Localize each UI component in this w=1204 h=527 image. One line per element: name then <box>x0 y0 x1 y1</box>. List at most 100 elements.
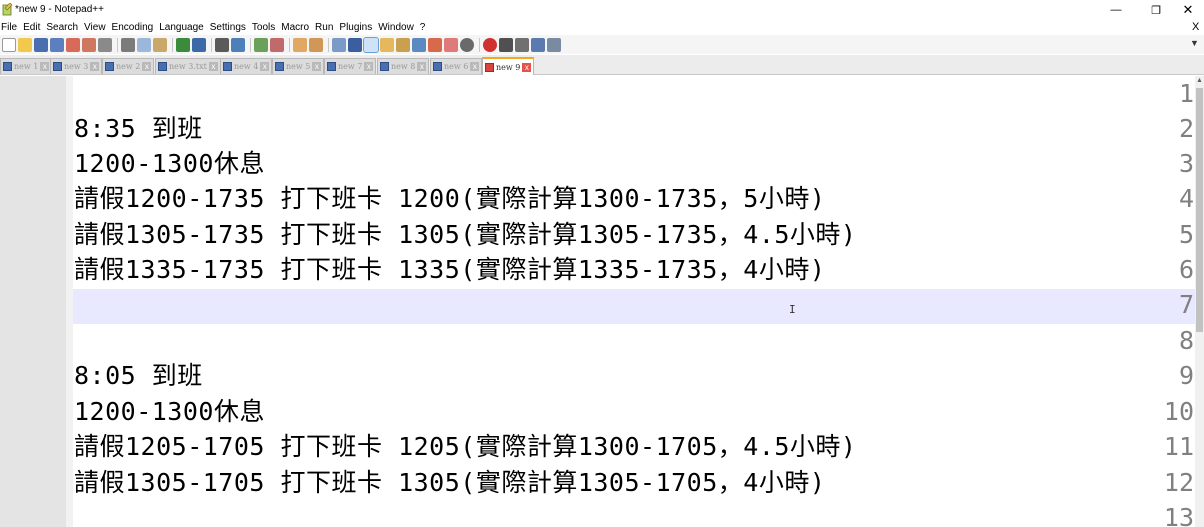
tab-close-icon[interactable]: x <box>522 62 532 72</box>
user-defined-language-icon[interactable] <box>380 37 394 52</box>
stop-recording-icon[interactable] <box>499 37 513 52</box>
menu-view[interactable]: View <box>81 20 109 35</box>
menu-help[interactable]: ? <box>417 20 429 35</box>
word-wrap-icon[interactable] <box>332 37 346 52</box>
code-line: 8:35 到班 <box>74 114 203 143</box>
zoom-in-icon[interactable] <box>254 37 268 52</box>
editor-area[interactable]: 1 2 3 4 5 6 7 8 9 10 11 12 13 8:35 到班 12… <box>0 76 1204 527</box>
tab-label: new 6 <box>444 62 469 71</box>
close-all-icon[interactable] <box>82 37 96 52</box>
menu-window[interactable]: Window <box>375 20 417 35</box>
save-icon[interactable] <box>34 37 48 52</box>
tab-label: new 8 <box>391 62 416 71</box>
tab-new-4[interactable]: new 4 x <box>220 58 273 74</box>
close-document-button[interactable]: X <box>1192 20 1199 35</box>
save-state-icon <box>223 62 232 71</box>
menu-bar: File Edit Search View Encoding Language … <box>0 20 1204 35</box>
tab-new-1[interactable]: new 1 x <box>0 58 53 74</box>
save-state-icon <box>433 62 442 71</box>
toolbar-separator <box>117 37 118 52</box>
replace-icon[interactable] <box>231 37 245 52</box>
toolbar-separator <box>250 37 251 52</box>
copy-icon[interactable] <box>137 37 151 52</box>
tab-close-icon[interactable]: x <box>312 62 322 71</box>
code-line: 1200-1300休息 <box>74 397 265 426</box>
new-file-icon[interactable] <box>2 37 16 52</box>
menu-file[interactable]: File <box>0 20 20 35</box>
redo-icon[interactable] <box>192 37 206 52</box>
tab-close-icon[interactable]: x <box>260 62 270 71</box>
monitoring-icon[interactable] <box>444 37 458 52</box>
paste-icon[interactable] <box>153 37 167 52</box>
macro-record-icon[interactable] <box>460 37 474 52</box>
show-all-chars-icon[interactable] <box>348 37 362 52</box>
code-line: 請假1335-1735 打下班卡 1335(實際計算1335-1735，4小時) <box>74 255 826 284</box>
tab-close-icon[interactable]: x <box>142 62 152 71</box>
run-macro-multiple-icon[interactable] <box>531 37 545 52</box>
unsaved-state-icon <box>485 62 494 72</box>
save-state-icon <box>53 62 62 71</box>
print-icon[interactable] <box>98 37 112 52</box>
minimize-button[interactable]: — <box>1096 0 1136 20</box>
tab-close-icon[interactable]: x <box>208 62 218 71</box>
scroll-up-icon[interactable]: ▲ <box>1195 76 1204 86</box>
find-icon[interactable] <box>215 37 229 52</box>
save-state-icon <box>275 62 284 71</box>
menu-encoding[interactable]: Encoding <box>109 20 157 35</box>
close-file-icon[interactable] <box>66 37 80 52</box>
fold-margin[interactable] <box>66 76 73 527</box>
save-state-icon <box>158 62 167 71</box>
code-line: 請假1200-1735 打下班卡 1200(實際計算1300-1735，5小時) <box>74 184 826 213</box>
text-cursor-icon: I <box>789 303 796 316</box>
zoom-out-icon[interactable] <box>270 37 284 52</box>
sync-horizontal-icon[interactable] <box>309 37 323 52</box>
save-all-icon[interactable] <box>50 37 64 52</box>
tab-close-icon[interactable]: x <box>90 62 100 71</box>
notepadpp-app-icon <box>2 3 13 16</box>
tab-close-icon[interactable]: x <box>417 62 427 71</box>
undo-icon[interactable] <box>176 37 190 52</box>
tab-label: new 3 <box>64 62 89 71</box>
code-line: 1200-1300休息 <box>74 149 265 178</box>
sync-vertical-icon[interactable] <box>293 37 307 52</box>
folder-as-workspace-icon[interactable] <box>428 37 442 52</box>
tab-close-icon[interactable]: x <box>364 62 374 71</box>
tab-new-3-txt[interactable]: new 3.txt x <box>155 58 221 74</box>
menu-settings[interactable]: Settings <box>207 20 249 35</box>
code-line: 請假1305-1735 打下班卡 1305(實際計算1305-1735，4.5小… <box>74 220 857 249</box>
open-file-icon[interactable] <box>18 37 32 52</box>
menu-run[interactable]: Run <box>312 20 336 35</box>
indent-guide-icon[interactable] <box>363 36 379 53</box>
menu-plugins[interactable]: Plugins <box>336 20 375 35</box>
menu-macro[interactable]: Macro <box>278 20 312 35</box>
tab-new-5[interactable]: new 5 x <box>272 58 325 74</box>
document-map-icon[interactable] <box>396 37 410 52</box>
menu-language[interactable]: Language <box>156 20 207 35</box>
cut-icon[interactable] <box>121 37 135 52</box>
save-macro-icon[interactable] <box>547 37 561 52</box>
tab-close-icon[interactable]: x <box>40 62 50 71</box>
menu-search[interactable]: Search <box>43 20 81 35</box>
toolbar-overflow-icon[interactable]: ▼ <box>1190 38 1199 48</box>
function-list-icon[interactable] <box>412 37 426 52</box>
tab-label: new 1 <box>14 62 39 71</box>
tab-new-6[interactable]: new 6 x <box>430 58 483 74</box>
title-bar: *new 9 - Notepad++ — ❐ ✕ <box>0 0 1204 20</box>
tab-new-2[interactable]: new 2 x <box>102 58 155 74</box>
menu-tools[interactable]: Tools <box>249 20 278 35</box>
tab-new-3[interactable]: new 3 x <box>50 58 103 74</box>
tab-new-8[interactable]: new 8 x <box>377 58 430 74</box>
tab-close-icon[interactable]: x <box>470 62 480 71</box>
vertical-scrollbar[interactable]: ▲ <box>1195 76 1204 527</box>
start-recording-icon[interactable] <box>483 37 497 52</box>
close-icon: ✕ <box>1182 2 1194 17</box>
close-button[interactable]: ✕ <box>1168 0 1204 20</box>
scrollbar-thumb[interactable] <box>1196 88 1203 332</box>
menu-edit[interactable]: Edit <box>20 20 43 35</box>
tab-new-7[interactable]: new 7 x <box>324 58 377 74</box>
playback-icon[interactable] <box>515 37 529 52</box>
tab-new-9[interactable]: new 9 x <box>482 57 535 75</box>
code-line: 請假1305-1705 打下班卡 1305(實際計算1305-1705，4小時) <box>74 468 826 497</box>
